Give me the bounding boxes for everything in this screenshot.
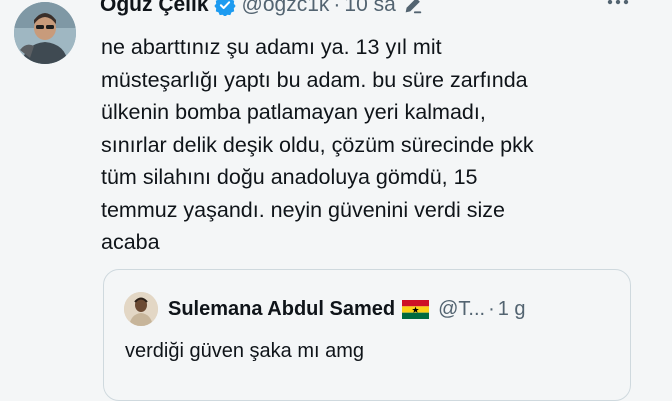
quoted-author-avatar[interactable] — [124, 292, 158, 326]
avatar-image — [14, 2, 76, 64]
tweet-text-line: sınırlar delik deşik oldu, çözüm sürecin… — [101, 132, 534, 157]
tweet-header: Oğuz Çelik @ogzc1k · 10 sa — [100, 0, 424, 20]
tweet-text-line: ülkenin bomba patlamayan yeri kalmadı, — [101, 100, 486, 124]
tweet-timestamp[interactable]: 10 sa — [344, 0, 395, 17]
quoted-tweet-header: Sulemana Abdul Samed @T... · 1 g — [124, 292, 526, 326]
quoted-avatar-image — [124, 292, 158, 326]
quoted-tweet-text: verdiği güven şaka mı amg — [125, 340, 365, 362]
author-avatar[interactable] — [14, 2, 76, 64]
more-options-icon[interactable] — [604, 0, 632, 14]
quoted-author-handle[interactable]: @T... — [438, 298, 485, 321]
tweet-text-line: müsteşarlığı yaptı bu adam. bu süre zarf… — [101, 67, 528, 92]
tweet-text-line: tüm silahını doğu anadoluya gömdü, 15 — [101, 165, 478, 189]
tweet[interactable]: Oğuz Çelik @ogzc1k · 10 sa ne abarttınız… — [0, 0, 672, 401]
quoted-tweet-timestamp[interactable]: 1 g — [498, 298, 526, 321]
quoted-tweet-card[interactable]: Sulemana Abdul Samed @T... · 1 g verdiği… — [103, 269, 631, 401]
edit-pencil-icon — [402, 0, 424, 16]
tweet-text-line: ne abarttınız şu adamı ya. 13 yıl mit — [101, 35, 442, 59]
tweet-text-line: acaba — [101, 230, 160, 254]
quoted-author-name[interactable]: Sulemana Abdul Samed — [168, 298, 395, 321]
quoted-header-separator: · — [488, 297, 495, 320]
header-separator: · — [333, 0, 341, 16]
ghana-flag-icon — [402, 299, 430, 319]
tweet-text: ne abarttınız şu adamı ya. 13 yıl mit müs… — [101, 31, 641, 259]
tweet-text-line: temmuz yaşandı. neyin güvenini verdi siz… — [101, 197, 505, 222]
verified-badge-icon — [213, 0, 236, 17]
author-name[interactable]: Oğuz Çelik — [100, 0, 209, 17]
author-handle[interactable]: @ogzc1k — [242, 0, 330, 17]
